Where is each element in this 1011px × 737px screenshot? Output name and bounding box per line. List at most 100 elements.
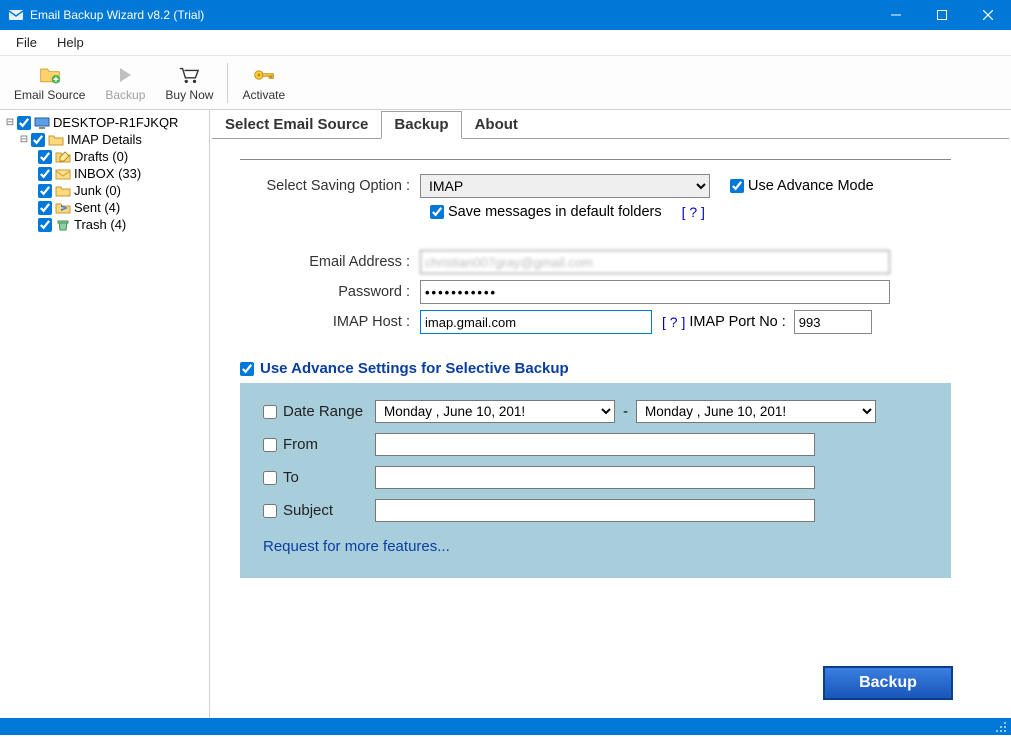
date-range-cb[interactable] bbox=[263, 405, 277, 419]
computer-icon bbox=[34, 116, 50, 130]
tab-backup[interactable]: Backup bbox=[381, 111, 461, 139]
menu-file[interactable]: File bbox=[6, 33, 47, 52]
date-to-select[interactable]: Monday , June 10, 201! bbox=[636, 400, 876, 423]
window-title: Email Backup Wizard v8.2 (Trial) bbox=[30, 8, 873, 22]
minimize-button[interactable] bbox=[873, 0, 919, 30]
buy-now-button[interactable]: Buy Now bbox=[155, 58, 223, 108]
tree-folder-sent[interactable]: Sent (4) bbox=[0, 199, 209, 216]
collapse-icon[interactable]: ⊟ bbox=[18, 134, 30, 146]
tree-checkbox[interactable] bbox=[38, 218, 52, 232]
tree-label: Sent (4) bbox=[74, 200, 120, 215]
email-row: Email Address : bbox=[240, 250, 951, 274]
toolbar: Email Source Backup Buy Now Activate bbox=[0, 56, 1011, 110]
date-range-row: Date Range Monday , June 10, 201! - Mond… bbox=[263, 400, 930, 423]
backup-button[interactable]: Backup bbox=[823, 666, 953, 700]
save-default-checkbox[interactable]: Save messages in default folders bbox=[430, 204, 662, 220]
tree-checkbox[interactable] bbox=[38, 150, 52, 164]
tree-checkbox[interactable] bbox=[31, 133, 45, 147]
separator bbox=[227, 63, 228, 103]
backup-panel: Select Saving Option : IMAP Use Advance … bbox=[210, 139, 1011, 718]
tree-label: DESKTOP-R1FJKQR bbox=[53, 115, 178, 130]
from-input[interactable] bbox=[375, 433, 815, 456]
email-label: Email Address : bbox=[240, 254, 420, 270]
divider bbox=[240, 159, 951, 160]
save-default-cb[interactable] bbox=[430, 205, 444, 219]
imap-host-label: IMAP Host : bbox=[240, 314, 420, 330]
tree-checkbox[interactable] bbox=[38, 201, 52, 215]
password-input[interactable] bbox=[420, 280, 890, 304]
subject-cb[interactable] bbox=[263, 504, 277, 518]
resize-grip-icon[interactable] bbox=[994, 720, 1008, 734]
window-buttons bbox=[873, 0, 1011, 30]
saving-option-select[interactable]: IMAP bbox=[420, 174, 710, 198]
main-area: ⊟ DESKTOP-R1FJKQR ⊟ IMAP Details Drafts … bbox=[0, 110, 1011, 718]
tree-folder-inbox[interactable]: INBOX (33) bbox=[0, 165, 209, 182]
imap-host-row: IMAP Host : [ ? ] IMAP Port No : bbox=[240, 310, 951, 334]
to-input[interactable] bbox=[375, 466, 815, 489]
from-row: From bbox=[263, 433, 930, 456]
menu-help[interactable]: Help bbox=[47, 33, 94, 52]
save-default-row: Save messages in default folders [ ? ] bbox=[430, 204, 951, 220]
tab-about[interactable]: About bbox=[462, 111, 531, 139]
folder-add-icon bbox=[39, 64, 61, 86]
advance-mode-cb[interactable] bbox=[730, 179, 744, 193]
advance-mode-label: Use Advance Mode bbox=[748, 178, 874, 194]
close-button[interactable] bbox=[965, 0, 1011, 30]
email-source-button[interactable]: Email Source bbox=[4, 58, 95, 108]
tree-imap[interactable]: ⊟ IMAP Details bbox=[0, 131, 209, 148]
advanced-settings-box: Date Range Monday , June 10, 201! - Mond… bbox=[240, 383, 951, 578]
toolbar-label: Backup bbox=[105, 88, 145, 102]
play-icon bbox=[114, 64, 136, 86]
tree-label: IMAP Details bbox=[67, 132, 142, 147]
app-icon bbox=[8, 7, 24, 23]
sent-icon bbox=[55, 201, 71, 215]
titlebar: Email Backup Wizard v8.2 (Trial) bbox=[0, 0, 1011, 30]
advanced-settings-cb[interactable] bbox=[240, 362, 254, 376]
tree-checkbox[interactable] bbox=[38, 184, 52, 198]
tree-folder-junk[interactable]: Junk (0) bbox=[0, 182, 209, 199]
password-row: Password : bbox=[240, 280, 951, 304]
inbox-icon bbox=[55, 167, 71, 181]
saving-option-label: Select Saving Option : bbox=[240, 178, 420, 194]
email-input[interactable] bbox=[420, 250, 890, 274]
request-features-link[interactable]: Request for more features... bbox=[263, 538, 450, 555]
tab-select-email-source[interactable]: Select Email Source bbox=[212, 111, 381, 139]
activate-button[interactable]: Activate bbox=[232, 58, 295, 108]
maximize-button[interactable] bbox=[919, 0, 965, 30]
from-label: From bbox=[283, 436, 318, 453]
to-row: To bbox=[263, 466, 930, 489]
trash-icon bbox=[55, 218, 71, 232]
tree-checkbox[interactable] bbox=[38, 167, 52, 181]
saving-option-row: Select Saving Option : IMAP Use Advance … bbox=[240, 174, 951, 198]
junk-icon bbox=[55, 184, 71, 198]
backup-button-toolbar[interactable]: Backup bbox=[95, 58, 155, 108]
tree-folder-drafts[interactable]: Drafts (0) bbox=[0, 148, 209, 165]
help-link[interactable]: [ ? ] bbox=[682, 204, 705, 220]
from-cb[interactable] bbox=[263, 438, 277, 452]
folder-tree[interactable]: ⊟ DESKTOP-R1FJKQR ⊟ IMAP Details Drafts … bbox=[0, 110, 210, 718]
toolbar-label: Activate bbox=[242, 88, 285, 102]
content-area: Select Email Source Backup About Select … bbox=[210, 110, 1011, 718]
tree-root[interactable]: ⊟ DESKTOP-R1FJKQR bbox=[0, 114, 209, 131]
subject-input[interactable] bbox=[375, 499, 815, 522]
imap-host-input[interactable] bbox=[420, 310, 652, 334]
key-icon bbox=[253, 64, 275, 86]
collapse-icon[interactable]: ⊟ bbox=[4, 117, 16, 129]
to-cb[interactable] bbox=[263, 471, 277, 485]
use-advance-mode-checkbox[interactable]: Use Advance Mode bbox=[730, 178, 874, 194]
advanced-settings-label: Use Advance Settings for Selective Backu… bbox=[260, 360, 569, 377]
date-from-select[interactable]: Monday , June 10, 201! bbox=[375, 400, 615, 423]
statusbar bbox=[0, 718, 1011, 735]
save-default-label: Save messages in default folders bbox=[448, 204, 662, 220]
imap-port-input[interactable] bbox=[794, 310, 872, 334]
tree-folder-trash[interactable]: Trash (4) bbox=[0, 216, 209, 233]
help-link[interactable]: [ ? ] bbox=[662, 314, 685, 330]
subject-label: Subject bbox=[283, 502, 333, 519]
tabstrip: Select Email Source Backup About bbox=[212, 110, 1009, 139]
menubar: File Help bbox=[0, 30, 1011, 56]
toolbar-label: Buy Now bbox=[165, 88, 213, 102]
tree-checkbox[interactable] bbox=[17, 116, 31, 130]
dash: - bbox=[623, 403, 628, 420]
tree-label: INBOX (33) bbox=[74, 166, 141, 181]
subject-row: Subject bbox=[263, 499, 930, 522]
